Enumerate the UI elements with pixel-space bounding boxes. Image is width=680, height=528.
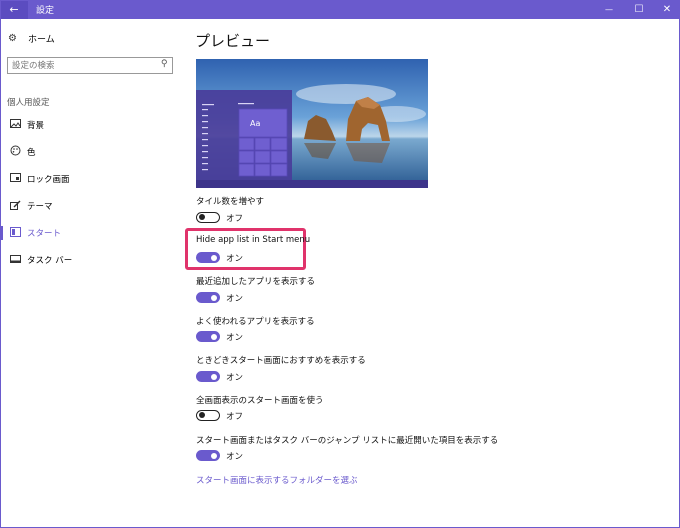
start-icon	[8, 226, 22, 240]
setting-label-most-used: よく使われるアプリを表示する	[196, 317, 315, 327]
sidebar-item-color[interactable]: 色	[0, 142, 186, 162]
palette-icon	[8, 145, 22, 159]
toggle-state: オン	[226, 373, 244, 383]
toggle-state: オン	[226, 333, 244, 343]
theme-icon	[8, 200, 22, 213]
setting-label-recently-added: 最近追加したアプリを表示する	[196, 277, 316, 287]
search-icon[interactable]: ⚲	[161, 59, 168, 69]
close-icon: ✕	[662, 4, 672, 15]
toggle-most-used[interactable]	[196, 331, 220, 342]
title-bar: ← 設定 — ☐ ✕	[0, 0, 680, 19]
setting-label-full-screen: 全画面表示のスタート画面を使う	[196, 396, 324, 406]
search-box[interactable]: ⚲	[7, 57, 173, 74]
choose-folders-link[interactable]: スタート画面に表示するフォルダーを選ぶ	[196, 474, 358, 486]
search-input[interactable]	[12, 59, 152, 72]
start-preview-image: Aa	[196, 59, 428, 188]
gear-icon: ⚙	[8, 33, 17, 44]
toggle-knob	[210, 294, 217, 301]
sidebar-item-label: 背景	[27, 121, 45, 131]
toggle-knob	[210, 452, 217, 459]
toggle-knob	[199, 412, 205, 418]
taskbar-icon	[8, 254, 22, 266]
sidebar-item-label: テーマ	[27, 202, 53, 212]
sidebar-item-label: スタート	[27, 229, 62, 239]
back-button[interactable]: ←	[0, 0, 28, 19]
sidebar-item-label: タスク バー	[27, 256, 73, 266]
toggle-state: オフ	[226, 214, 244, 224]
maximize-button[interactable]: ☐	[624, 0, 654, 19]
toggle-hide-app-list[interactable]	[196, 252, 220, 263]
preview-tile-label: Aa	[250, 119, 260, 128]
setting-label-hide-app-list: Hide app list in Start menu	[196, 235, 311, 245]
section-label: 個人用設定	[7, 98, 50, 108]
toggle-recently-added[interactable]	[196, 292, 220, 303]
page-title: プレビュー	[195, 32, 271, 50]
back-arrow-icon: ←	[9, 3, 19, 16]
home-label: ホーム	[28, 35, 55, 45]
home-link[interactable]: ⚙ ホーム	[8, 32, 55, 45]
sidebar-item-lock-screen[interactable]: ロック画面	[0, 169, 186, 189]
setting-label-jump-lists: スタート画面またはタスク バーのジャンプ リストに最近開いた項目を表示する	[196, 436, 499, 446]
toggle-full-screen[interactable]	[196, 410, 220, 421]
toggle-state: オフ	[226, 412, 244, 422]
toggle-knob	[210, 333, 217, 340]
minimize-button[interactable]: —	[594, 0, 624, 19]
toggle-suggestions[interactable]	[196, 371, 220, 382]
setting-label-suggestions: ときどきスタート画面におすすめを表示する	[196, 356, 366, 366]
toggle-knob	[210, 373, 217, 380]
setting-label-more-tiles: タイル数を増やす	[196, 197, 265, 207]
toggle-state: オン	[226, 294, 244, 304]
toggle-knob	[199, 214, 205, 220]
minimize-icon: —	[605, 5, 613, 14]
toggle-more-tiles[interactable]	[196, 212, 220, 223]
sidebar-item-taskbar[interactable]: タスク バー	[0, 250, 186, 270]
sidebar-item-background[interactable]: 背景	[0, 115, 186, 135]
sidebar: ⚙ ホーム ⚲ 個人用設定 背景 色 ロック画面 テーマ スタート	[0, 19, 186, 528]
close-button[interactable]: ✕	[652, 0, 680, 19]
toggle-state: オン	[226, 254, 244, 264]
lock-screen-icon	[8, 173, 22, 185]
sidebar-item-label: ロック画面	[27, 175, 70, 185]
toggle-state: オン	[226, 452, 244, 462]
sidebar-item-start[interactable]: スタート	[0, 223, 186, 243]
window-title: 設定	[36, 6, 55, 16]
maximize-icon: ☐	[634, 4, 644, 15]
sidebar-item-label: 色	[27, 148, 36, 158]
picture-icon	[8, 119, 22, 131]
toggle-jump-lists[interactable]	[196, 450, 220, 461]
sidebar-item-theme[interactable]: テーマ	[0, 196, 186, 216]
toggle-knob	[210, 254, 217, 261]
